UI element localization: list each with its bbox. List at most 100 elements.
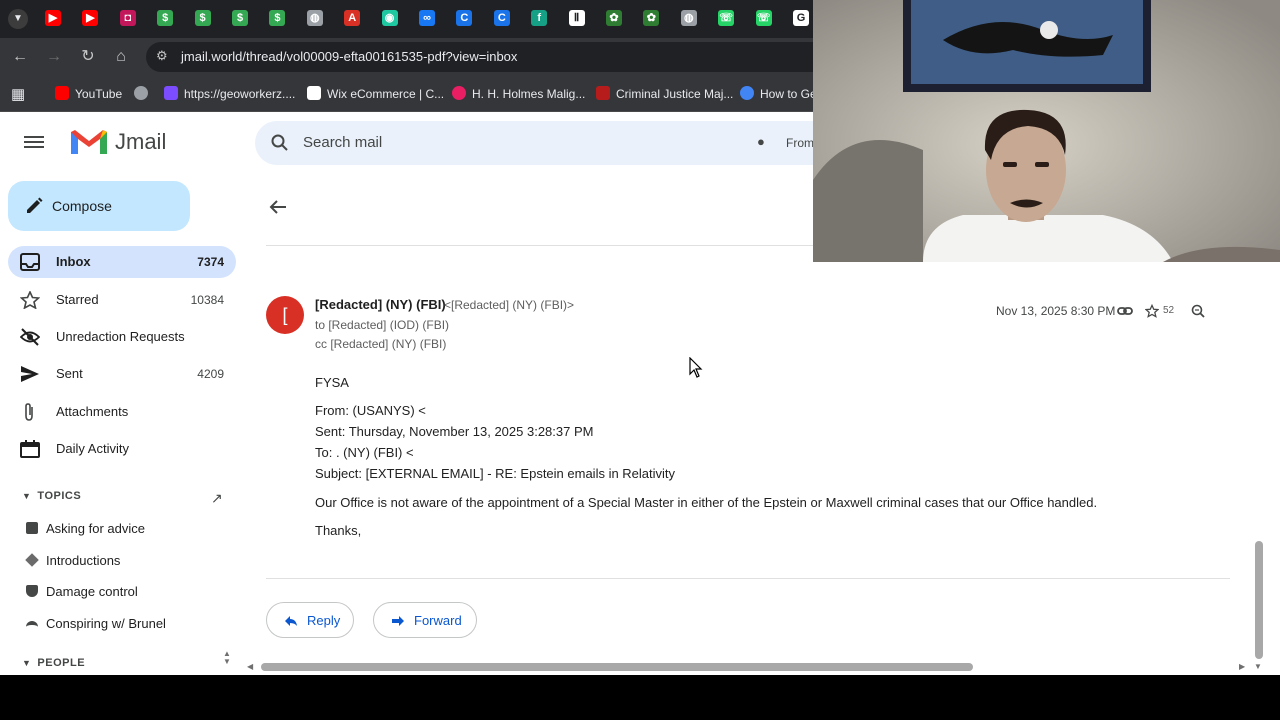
youtube-tab-icon[interactable]: ▶	[82, 10, 99, 26]
people-header[interactable]: ▼ PEOPLE	[22, 657, 85, 669]
compose-button[interactable]: Compose	[8, 181, 190, 231]
sender-name: [Redacted] (NY) (FBI)	[315, 297, 446, 312]
topics-header[interactable]: ▼ TOPICS	[22, 490, 81, 502]
shield-icon	[26, 585, 38, 597]
screen: ▼ ▶ ▶ ◘ $ $ $ $ ◍ A ◉ ∞ C Cf Ⅱ ✿ ✿ ◍ ☏ ☏ G ← → ↻ ⌂ ⚙ jmail.…	[0, 0, 1280, 675]
sidebar-item-label: Sent	[56, 366, 83, 381]
holmes-icon	[452, 86, 466, 100]
paperclip-icon	[25, 403, 33, 421]
dollar-tab-icon[interactable]: $	[232, 10, 248, 26]
c-tab-icon[interactable]: C	[493, 10, 510, 26]
forward-button[interactable]: Forward	[373, 602, 477, 638]
apps-icon[interactable]: ▦	[11, 85, 25, 103]
bookmark-wix[interactable]: Wix eCommerce | C...	[307, 86, 444, 101]
topic-introductions[interactable]: Introductions	[25, 553, 120, 568]
whatsapp-tab-icon[interactable]: ☏	[718, 10, 735, 26]
address-bar[interactable]: ⚙ jmail.world/thread/vol00009-efta001615…	[146, 42, 846, 72]
bookmark-how-to[interactable]: How to Ge	[740, 86, 817, 101]
bookmark-tab-icon[interactable]: ◘	[119, 10, 136, 26]
c-tab-icon[interactable]: C	[456, 10, 473, 26]
reply-icon	[285, 616, 297, 626]
bookmark-criminal-justice[interactable]: Criminal Justice Maj...	[596, 86, 733, 101]
eye-off-icon	[20, 328, 40, 346]
forward-icon[interactable]: →	[44, 47, 64, 67]
topic-damage-control[interactable]: Damage control	[26, 584, 138, 599]
search-bar[interactable]: Search mail ● From	[255, 121, 855, 165]
active-tab-icon[interactable]: Ⅱ	[568, 10, 585, 26]
message-date: Nov 13, 2025 8:30 PM	[996, 304, 1116, 318]
topic-conspiring-w-brunel[interactable]: Conspiring w/ Brunel	[26, 616, 166, 631]
app-title: Jmail	[115, 129, 167, 154]
webcam-feed	[813, 0, 1280, 262]
cactus-tab-icon[interactable]: ✿	[643, 10, 660, 26]
search-icon[interactable]	[271, 134, 289, 152]
scroll-left-icon[interactable]: ◀	[247, 662, 253, 671]
dollar-tab-icon[interactable]: $	[157, 10, 174, 26]
handshake-icon	[25, 553, 39, 567]
dollar-tab-icon[interactable]: $	[269, 10, 286, 26]
topic-asking-for-advice[interactable]: Asking for advice	[26, 521, 145, 536]
globe-icon	[134, 86, 148, 100]
bookmark-geoworkerz[interactable]: https://geoworkerz....	[164, 86, 295, 101]
sidebar-item-count: 4209	[197, 367, 224, 381]
bookmark-globe[interactable]	[134, 86, 154, 101]
bookmark-youtube[interactable]: YouTube	[55, 86, 122, 101]
search-filter-from[interactable]: From	[786, 136, 814, 150]
compose-label: Compose	[52, 198, 112, 214]
message-to-line: To: . (NY) (FBI) <	[315, 445, 414, 460]
sidebar-item-label: Daily Activity	[56, 441, 129, 456]
message-signoff: Thanks,	[315, 523, 362, 538]
sidebar-item-label: Unredaction Requests	[56, 329, 185, 344]
sender-email: <[Redacted] (NY) (FBI)>	[444, 298, 575, 312]
message-greeting: FYSA	[315, 375, 349, 390]
sidebar-item-label: Starred	[56, 292, 99, 307]
sidebar-item-daily-activity[interactable]: Daily Activity	[8, 433, 236, 465]
google-tab-icon[interactable]: G	[793, 10, 809, 26]
scroll-down-icon[interactable]: ▼	[1254, 662, 1262, 671]
star-count: 52	[1163, 305, 1175, 316]
f-tab-icon[interactable]: f	[531, 10, 548, 26]
criminal-justice-icon	[596, 86, 610, 100]
sidebar-item-inbox[interactable]: Inbox 7374	[8, 246, 236, 278]
divider	[266, 578, 1230, 579]
sidebar-item-unredaction-requests[interactable]: Unredaction Requests	[8, 321, 236, 353]
sidebar-item-label: Attachments	[56, 404, 129, 419]
globe-tab-icon[interactable]: ◍	[306, 10, 323, 26]
recipient-line: to [Redacted] (IOD) (FBI)	[315, 318, 450, 332]
main-menu-icon[interactable]	[24, 133, 44, 153]
whatsapp-tab-icon[interactable]: ☏	[755, 10, 772, 26]
sidebar-item-attachments[interactable]: Attachments	[8, 396, 236, 428]
person-icon: ●	[757, 134, 765, 149]
message-subject-line: Subject: [EXTERNAL EMAIL] - RE: Epstein …	[315, 466, 676, 481]
horizontal-scrollbar[interactable]	[261, 663, 973, 671]
link-icon[interactable]	[1117, 305, 1133, 317]
site-info-icon[interactable]: ⚙	[156, 48, 168, 64]
pdf-tab-icon[interactable]: A	[344, 10, 361, 26]
reload-icon[interactable]: ↻	[78, 47, 98, 67]
sidebar-scroll-icon[interactable]: ▲ ▼	[223, 650, 231, 666]
message-from-line: From: (USANYS) <	[315, 403, 426, 418]
star-icon[interactable]	[1145, 304, 1159, 318]
reply-button[interactable]: Reply	[266, 602, 354, 638]
expand-arrow-icon[interactable]: ↗	[211, 490, 223, 507]
star-icon	[20, 291, 40, 309]
cactus-tab-icon[interactable]: ✿	[606, 10, 622, 26]
globe-tab-icon[interactable]: ◍	[680, 10, 697, 26]
sidebar-item-starred[interactable]: Starred 10384	[8, 284, 236, 316]
home-icon[interactable]: ⌂	[111, 47, 131, 67]
back-arrow-icon[interactable]	[268, 197, 288, 217]
scroll-right-icon[interactable]: ▶	[1239, 662, 1245, 671]
dollar-tab-icon[interactable]: $	[194, 10, 211, 26]
search-input[interactable]: Search mail	[303, 134, 382, 151]
meta-tab-icon[interactable]: ∞	[419, 10, 435, 26]
chat-bubble-icon	[26, 522, 38, 534]
zoom-icon[interactable]	[1191, 304, 1205, 318]
tab-search-button[interactable]: ▼	[8, 9, 28, 29]
back-icon[interactable]: ←	[10, 47, 30, 67]
bookmark-holmes[interactable]: H. H. Holmes Malig...	[452, 86, 585, 101]
chat-tab-icon[interactable]: ◉	[381, 10, 398, 26]
youtube-tab-icon[interactable]: ▶	[45, 10, 61, 26]
sidebar-item-sent[interactable]: Sent 4209	[8, 358, 236, 390]
vertical-scrollbar[interactable]	[1255, 541, 1263, 659]
avatar[interactable]: [	[266, 296, 304, 334]
